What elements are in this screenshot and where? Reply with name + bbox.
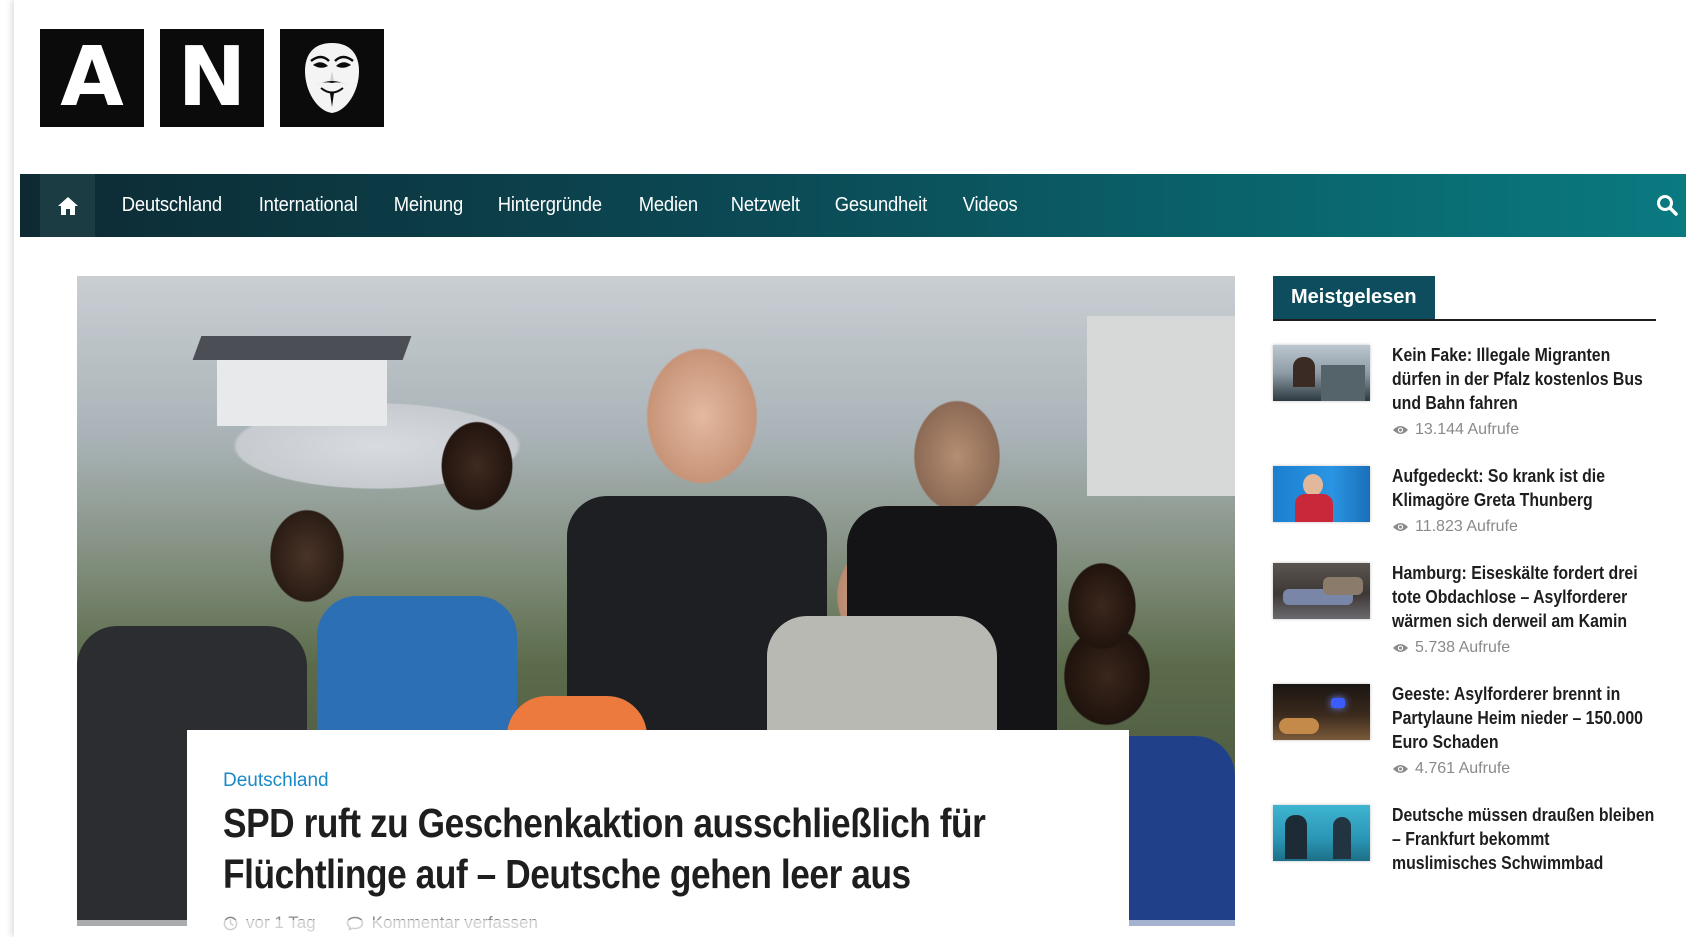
article-views: 11.823 Aufrufe	[1392, 518, 1656, 536]
sidebar-header: Meistgelesen	[1273, 276, 1656, 321]
main-navigation: Deutschland International Meinung Hinter…	[20, 174, 1686, 237]
list-item[interactable]: Geeste: Asylforderer brennt in Partylaun…	[1273, 682, 1656, 778]
sidebar-most-read: Meistgelesen Kein Fake: Illegale Migrant…	[1273, 276, 1656, 900]
nav-item-hintergruende[interactable]: Hintergründe	[483, 174, 617, 237]
eye-icon	[1393, 523, 1408, 531]
background-house	[217, 356, 387, 426]
sidebar-heading: Meistgelesen	[1273, 276, 1435, 319]
featured-article-card[interactable]: Deutschland SPD ruft zu Geschenkaktion a…	[187, 730, 1129, 937]
eye-icon	[1393, 644, 1408, 652]
logo-letter-a: A	[40, 29, 144, 127]
article-title-link[interactable]: Kein Fake: Illegale Migranten dürfen in …	[1392, 343, 1656, 415]
view-count: 4.761 Aufrufe	[1415, 760, 1511, 777]
logo-letter-n: N	[160, 29, 264, 127]
article-title-link[interactable]: Hamburg: Eiseskälte fordert drei tote Ob…	[1392, 561, 1656, 633]
nav-item-netzwelt[interactable]: Netzwelt	[716, 174, 815, 237]
nav-item-meinung[interactable]: Meinung	[379, 174, 478, 237]
list-item[interactable]: Hamburg: Eiseskälte fordert drei tote Ob…	[1273, 561, 1656, 657]
search-button[interactable]	[1656, 194, 1678, 221]
article-thumbnail[interactable]	[1273, 805, 1370, 861]
background-roof	[192, 336, 412, 360]
list-item[interactable]: Kein Fake: Illegale Migranten dürfen in …	[1273, 343, 1656, 439]
page-bottom-edge	[20, 920, 1686, 937]
article-thumbnail[interactable]	[1273, 466, 1370, 522]
home-button[interactable]	[40, 174, 95, 237]
list-item[interactable]: Aufgedeckt: So krank ist die Klimagöre G…	[1273, 464, 1656, 536]
list-item[interactable]: Deutsche müssen draußen bleiben – Frankf…	[1273, 803, 1656, 875]
article-thumbnail[interactable]	[1273, 684, 1370, 740]
view-count: 13.144 Aufrufe	[1415, 421, 1520, 438]
home-icon	[57, 196, 78, 215]
article-views: 4.761 Aufrufe	[1392, 760, 1656, 778]
view-count: 11.823 Aufrufe	[1415, 518, 1518, 535]
article-title-link[interactable]: Geeste: Asylforderer brennt in Partylaun…	[1392, 682, 1656, 754]
article-title-link[interactable]: Aufgedeckt: So krank ist die Klimagöre G…	[1392, 464, 1656, 512]
background-building	[1087, 316, 1235, 496]
article-category-link[interactable]: Deutschland	[223, 770, 329, 792]
nav-item-medien[interactable]: Medien	[624, 174, 713, 237]
nav-item-gesundheit[interactable]: Gesundheit	[820, 174, 942, 237]
article-views: 13.144 Aufrufe	[1392, 421, 1656, 439]
article-title-link[interactable]: Deutsche müssen draußen bleiben – Frankf…	[1392, 803, 1656, 875]
nav-item-deutschland[interactable]: Deutschland	[107, 174, 237, 237]
search-icon	[1657, 195, 1678, 216]
article-title-link[interactable]: SPD ruft zu Geschenkaktion ausschließlic…	[223, 798, 997, 900]
eye-icon	[1393, 426, 1408, 434]
article-thumbnail[interactable]	[1273, 345, 1370, 401]
nav-item-international[interactable]: International	[244, 174, 372, 237]
nav-item-videos[interactable]: Videos	[948, 174, 1032, 237]
guy-fawkes-mask-icon	[280, 29, 384, 127]
view-count: 5.738 Aufrufe	[1415, 639, 1511, 656]
eye-icon	[1393, 765, 1408, 773]
site-logo[interactable]: A N	[40, 29, 384, 127]
article-views: 5.738 Aufrufe	[1392, 639, 1656, 657]
article-thumbnail[interactable]	[1273, 563, 1370, 619]
